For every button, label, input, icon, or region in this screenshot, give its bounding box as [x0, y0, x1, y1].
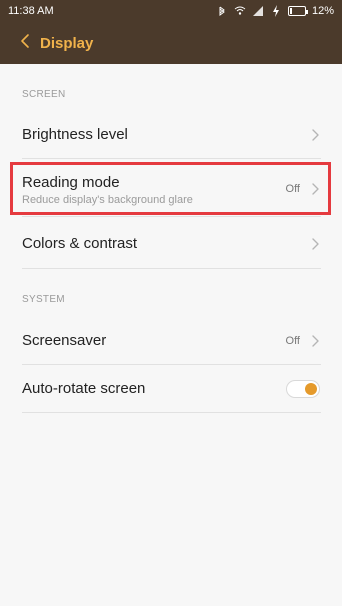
- setting-reading-mode[interactable]: Reading mode Reduce display's background…: [0, 160, 342, 216]
- setting-brightness-level[interactable]: Brightness level: [0, 110, 342, 158]
- charging-icon: [270, 5, 282, 17]
- status-bar: 11:38 AM 12%: [0, 0, 342, 22]
- status-icons: 12%: [216, 5, 334, 17]
- divider: [22, 216, 321, 217]
- settings-list: SCREEN Brightness level Reading mode Red…: [0, 64, 342, 606]
- divider: [22, 158, 321, 159]
- chevron-right-icon: [310, 334, 320, 348]
- setting-screensaver[interactable]: Screensaver Off: [0, 316, 342, 364]
- battery-icon: [287, 6, 308, 16]
- chevron-left-icon: [20, 33, 30, 54]
- display-settings-screen: 11:38 AM 12% Display SCREEN Brightness l…: [0, 0, 342, 606]
- chevron-right-icon: [310, 128, 320, 142]
- divider: [22, 364, 321, 365]
- setting-title: Colors & contrast: [22, 235, 138, 252]
- setting-title: Brightness level: [22, 126, 128, 143]
- setting-value: Off: [285, 183, 300, 195]
- page-title: Display: [40, 34, 94, 52]
- setting-auto-rotate-screen: Auto-rotate screen: [0, 366, 342, 412]
- section-header-system: SYSTEM: [22, 294, 65, 305]
- divider: [22, 268, 321, 269]
- auto-rotate-toggle[interactable]: [286, 380, 320, 398]
- setting-title: Reading mode: [22, 174, 120, 191]
- setting-colors-contrast[interactable]: Colors & contrast: [0, 218, 342, 268]
- bluetooth-icon: [216, 5, 228, 17]
- setting-title: Auto-rotate screen: [22, 380, 146, 397]
- battery-percent: 12%: [311, 5, 334, 17]
- setting-subtitle: Reduce display's background glare: [22, 194, 193, 206]
- toggle-knob: [305, 383, 317, 395]
- wifi-icon: [234, 5, 246, 17]
- back-button[interactable]: [12, 30, 38, 56]
- status-time: 11:38 AM: [8, 5, 54, 17]
- app-bar: Display: [0, 22, 342, 64]
- chevron-right-icon: [310, 182, 320, 196]
- signal-icon: [252, 5, 264, 17]
- setting-value: Off: [285, 335, 300, 347]
- chevron-right-icon: [310, 237, 320, 251]
- setting-title: Screensaver: [22, 332, 107, 349]
- battery-level-fill: [289, 8, 292, 14]
- section-header-screen: SCREEN: [22, 89, 66, 100]
- divider: [22, 412, 321, 413]
